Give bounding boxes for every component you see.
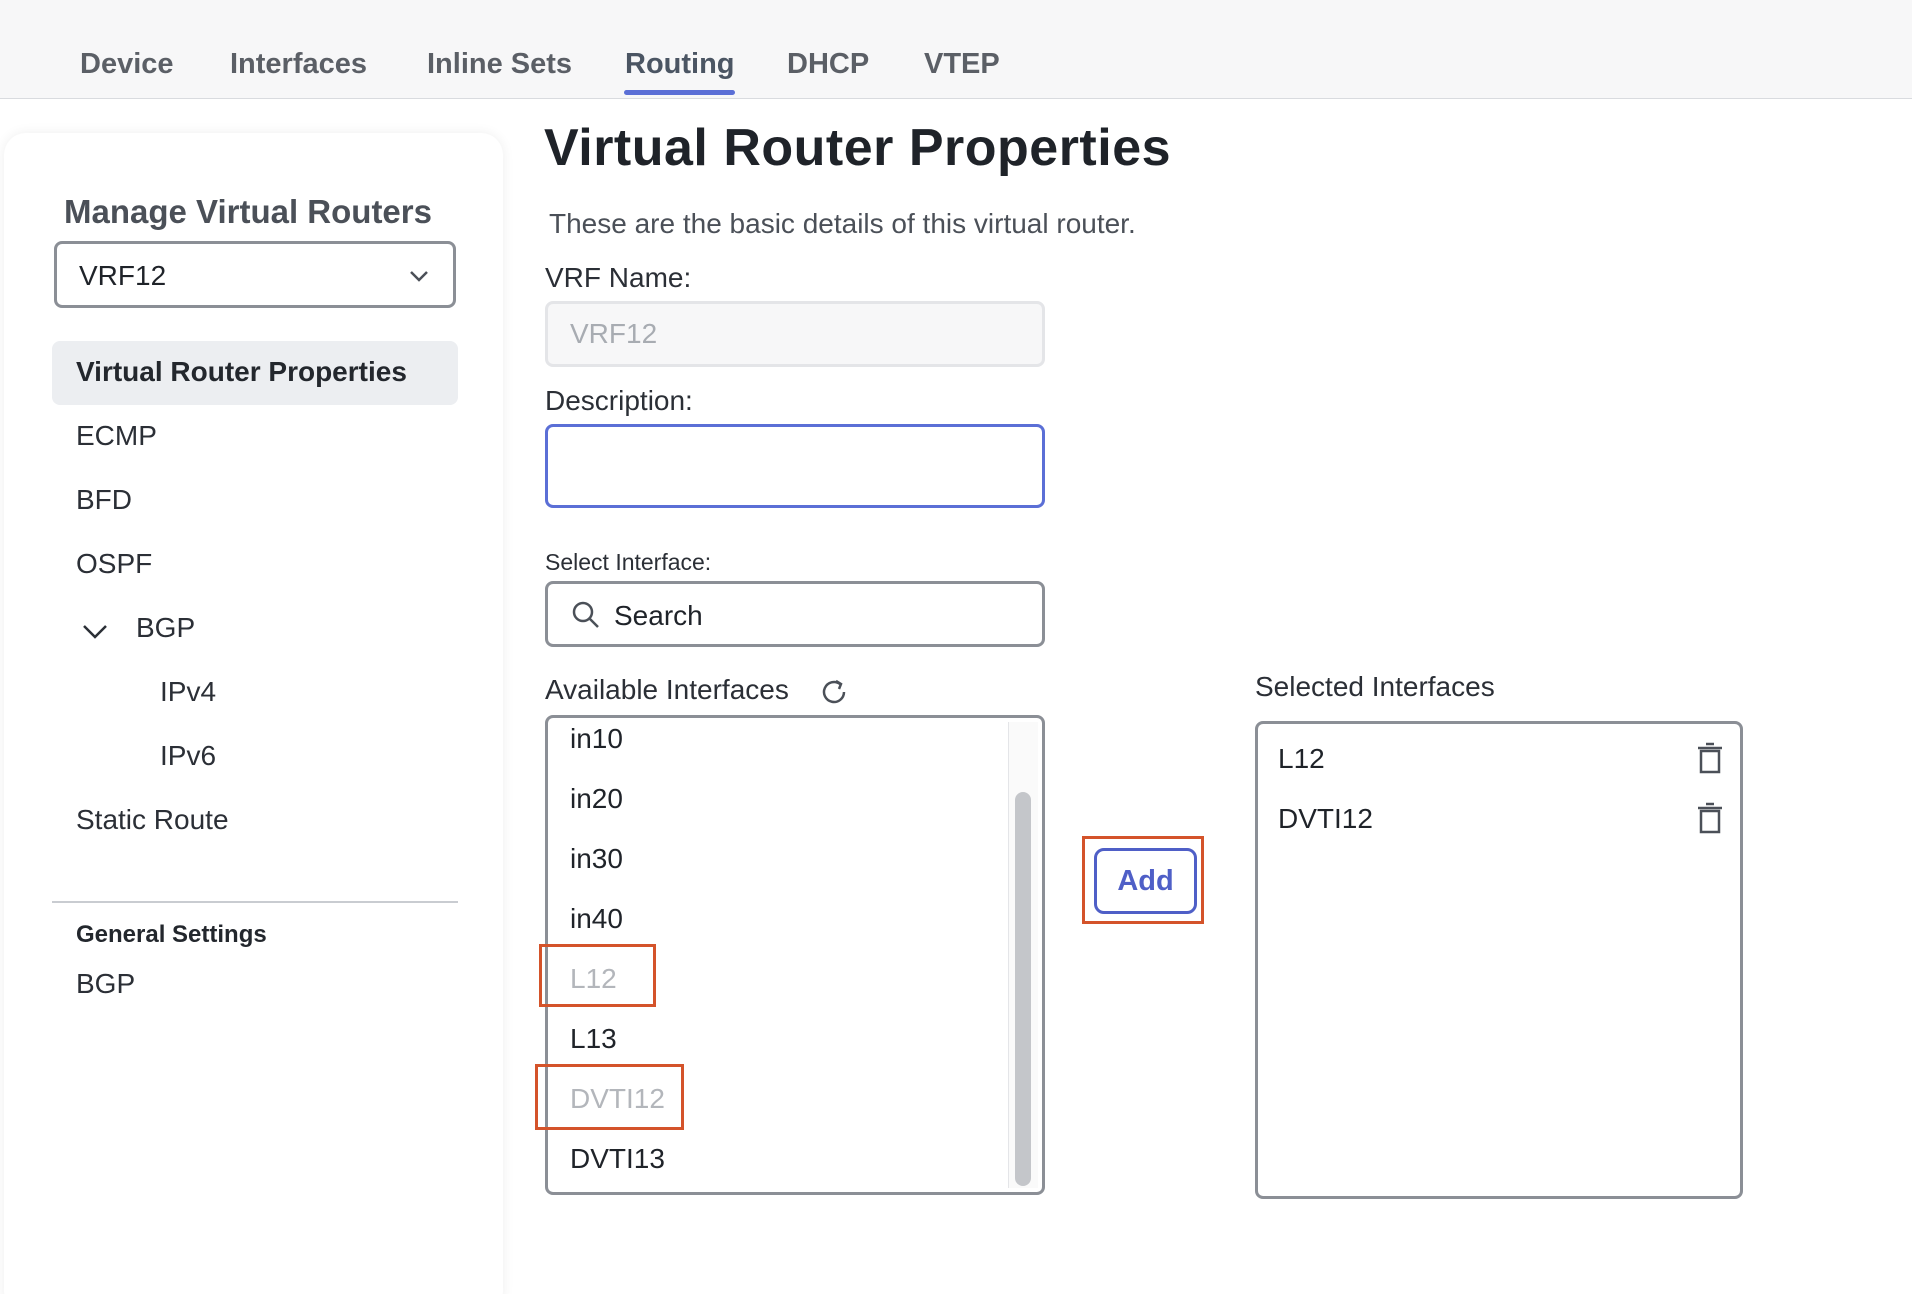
page-subtitle: These are the basic details of this virt… [549, 208, 1136, 239]
sidebar-item-ipv6[interactable]: IPv6 [160, 740, 216, 772]
sidebar-item-static-route[interactable]: Static Route [76, 804, 229, 836]
selected-item: DVTI12 [1278, 803, 1373, 834]
sidebar-item-ipv4[interactable]: IPv4 [160, 676, 216, 708]
select-interface-label: Select Interface: [545, 549, 712, 575]
sidebar-divider [52, 901, 458, 903]
search-placeholder: Search [614, 600, 703, 631]
tab-device[interactable]: Device [80, 48, 174, 81]
vrf-select-value: VRF12 [79, 260, 167, 291]
sidebar-item-virtual-router-properties[interactable]: Virtual Router Properties [52, 341, 458, 405]
general-settings-heading: General Settings [76, 921, 267, 948]
description-label: Description: [545, 385, 693, 416]
selected-interfaces-label: Selected Interfaces [1255, 671, 1495, 702]
available-interfaces-label: Available Interfaces [545, 674, 789, 705]
vrf-name-label: VRF Name: [545, 262, 692, 293]
tab-inline-sets[interactable]: Inline Sets [427, 48, 572, 81]
search-input[interactable]: Search [545, 581, 1045, 647]
tab-interfaces[interactable]: Interfaces [230, 48, 367, 81]
tab-vtep[interactable]: VTEP [924, 48, 1000, 81]
scroll-thumb[interactable] [1015, 792, 1031, 1186]
sidebar-item-general-bgp[interactable]: BGP [76, 968, 135, 1000]
list-item[interactable]: in10 [570, 723, 623, 755]
search-icon [572, 601, 599, 628]
add-button[interactable]: Add [1094, 848, 1197, 914]
sidebar: Manage Virtual Routers VRF12 Virtual Rou… [4, 133, 503, 1294]
trash-icon[interactable] [1695, 742, 1725, 774]
tab-routing[interactable]: Routing [625, 48, 735, 81]
trash-icon[interactable] [1695, 802, 1725, 834]
list-item-disabled: L12 [570, 963, 617, 994]
list-item-disabled: DVTI12 [570, 1083, 665, 1114]
page-title: Virtual Router Properties [544, 119, 1172, 177]
list-item[interactable]: in40 [570, 903, 623, 935]
sidebar-item-ecmp[interactable]: ECMP [76, 420, 157, 452]
tab-dhcp[interactable]: DHCP [787, 48, 869, 81]
sidebar-item-bfd[interactable]: BFD [76, 484, 132, 516]
list-item[interactable]: in30 [570, 843, 623, 875]
list-item[interactable]: in20 [570, 783, 623, 815]
active-tab-indicator [624, 90, 735, 95]
list-item[interactable]: L13 [570, 1023, 617, 1055]
selected-item: L12 [1278, 743, 1325, 774]
list-scrollbar[interactable] [1008, 722, 1038, 1188]
refresh-icon[interactable] [818, 676, 850, 708]
chevron-down-icon [410, 271, 428, 282]
sidebar-item-ospf[interactable]: OSPF [76, 548, 152, 580]
sidebar-item-label: Virtual Router Properties [76, 356, 407, 387]
chevron-down-icon[interactable] [80, 617, 110, 647]
top-tab-bar: Device Interfaces Inline Sets Routing DH… [0, 0, 1912, 99]
list-item[interactable]: DVTI13 [570, 1143, 665, 1175]
available-interfaces-list[interactable]: in10 in20 in30 in40 L12 L13 DVTI12 DVTI1… [545, 715, 1045, 1195]
vrf-name-field: VRF12 [545, 301, 1045, 367]
vrf-select[interactable]: VRF12 [54, 241, 456, 308]
sidebar-item-bgp[interactable]: BGP [136, 612, 195, 644]
description-field[interactable] [545, 424, 1045, 508]
selected-interfaces-list: L12 DVTI12 [1255, 721, 1743, 1199]
sidebar-title: Manage Virtual Routers [64, 193, 432, 230]
